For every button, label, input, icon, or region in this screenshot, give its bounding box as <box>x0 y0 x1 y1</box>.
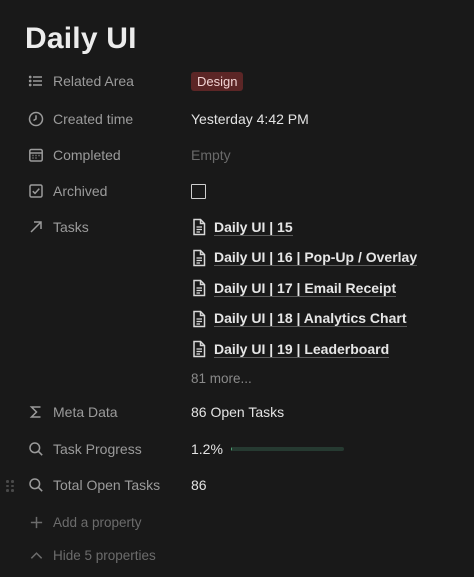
arrow-up-right-icon <box>27 218 45 236</box>
archived-checkbox[interactable] <box>191 183 206 199</box>
property-value-completed[interactable]: Empty <box>191 140 231 170</box>
progress-bar <box>230 447 344 451</box>
task-list: Daily UI | 15 Daily UI | 16 | Pop-Up / O… <box>191 212 461 365</box>
document-icon <box>191 279 207 297</box>
property-value-meta-data: 86 Open Tasks <box>191 404 285 420</box>
task-link[interactable]: Daily UI | 18 | Analytics Chart <box>214 310 407 328</box>
task-link[interactable]: Daily UI | 17 | Email Receipt <box>214 280 397 297</box>
property-total-open-tasks: Total Open Tasks 86 <box>0 470 474 500</box>
page: Daily UI Related Area Design Created tim… <box>0 0 474 577</box>
document-icon <box>191 310 207 328</box>
property-label: Related Area <box>53 73 134 89</box>
property-key-meta-data[interactable]: Meta Data <box>27 397 187 427</box>
property-value-task-progress: 1.2% <box>191 434 344 464</box>
property-task-progress: Task Progress 1.2% <box>0 434 474 464</box>
tag-design[interactable]: Design <box>191 71 244 91</box>
plus-icon <box>27 513 45 531</box>
progress-percent: 1.2% <box>191 441 223 457</box>
property-key-created-time[interactable]: Created time <box>27 104 187 134</box>
hide-properties-label: Hide 5 properties <box>53 547 156 563</box>
property-key-tasks[interactable]: Tasks <box>27 212 187 242</box>
task-item[interactable]: Daily UI | 16 | Pop-Up / Overlay <box>191 243 461 274</box>
property-label: Meta Data <box>53 404 118 420</box>
add-property-label: Add a property <box>53 514 142 530</box>
property-label: Completed <box>53 147 121 163</box>
property-label: Created time <box>53 111 134 127</box>
property-value-related-area[interactable]: Design <box>191 66 244 96</box>
property-label: Task Progress <box>53 441 142 457</box>
task-item[interactable]: Daily UI | 19 | Leaderboard <box>191 334 461 365</box>
property-key-task-progress[interactable]: Task Progress <box>27 434 187 464</box>
property-related-area: Related Area Design <box>0 66 474 96</box>
property-key-related-area[interactable]: Related Area <box>27 66 187 96</box>
task-link[interactable]: Daily UI | 19 | Leaderboard <box>214 341 390 358</box>
task-link[interactable]: Daily UI | 16 | Pop-Up / Overlay <box>214 249 418 267</box>
list-icon <box>27 72 45 90</box>
hide-properties-button[interactable]: Hide 5 properties <box>27 543 156 567</box>
document-icon <box>191 218 207 236</box>
property-label: Tasks <box>53 219 89 235</box>
add-property-button[interactable]: Add a property <box>27 510 142 534</box>
document-icon <box>191 340 207 358</box>
checkbox-icon <box>27 182 45 200</box>
calendar-icon <box>27 146 45 164</box>
property-value-archived <box>191 176 206 206</box>
property-archived: Archived <box>0 176 474 206</box>
property-meta-data: Meta Data 86 Open Tasks <box>0 397 474 427</box>
page-title[interactable]: Daily UI <box>25 19 137 59</box>
property-key-completed[interactable]: Completed <box>27 140 187 170</box>
property-created-time: Created time Yesterday 4:42 PM <box>0 104 474 134</box>
task-item[interactable]: Daily UI | 17 | Email Receipt <box>191 273 461 304</box>
property-completed: Completed Empty <box>0 140 474 170</box>
document-icon <box>191 249 207 267</box>
property-key-archived[interactable]: Archived <box>27 176 187 206</box>
chevron-up-icon <box>27 546 45 564</box>
property-label: Total Open Tasks <box>53 477 161 493</box>
search-icon <box>27 476 45 494</box>
task-item[interactable]: Daily UI | 15 <box>191 212 461 243</box>
property-value-total-open-tasks: 86 <box>191 477 207 493</box>
search-icon <box>27 440 45 458</box>
property-label: Archived <box>53 183 108 199</box>
task-link[interactable]: Daily UI | 15 <box>214 219 293 236</box>
sigma-icon <box>27 403 45 421</box>
task-item[interactable]: Daily UI | 18 | Analytics Chart <box>191 304 461 335</box>
property-key-total-open-tasks[interactable]: Total Open Tasks <box>27 470 187 500</box>
tasks-more-link[interactable]: 81 more... <box>191 367 252 389</box>
property-value-created-time: Yesterday 4:42 PM <box>191 111 309 127</box>
progress-bar-fill <box>230 447 233 451</box>
clock-icon <box>27 110 45 128</box>
